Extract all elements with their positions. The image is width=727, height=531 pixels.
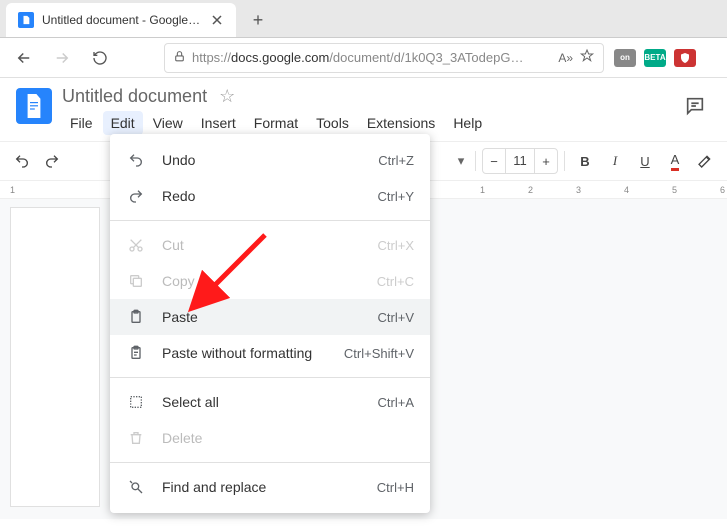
menu-tools[interactable]: Tools <box>308 111 357 135</box>
url-text: https://docs.google.com/document/d/1k0Q3… <box>192 50 552 65</box>
menu-item-delete: Delete <box>110 420 430 456</box>
menu-separator <box>110 377 430 378</box>
redo-button[interactable] <box>38 147 66 175</box>
menu-item-label: Select all <box>162 394 362 410</box>
undo-icon <box>126 152 146 168</box>
undo-button[interactable] <box>8 147 36 175</box>
font-size-increase[interactable]: + <box>535 149 557 173</box>
cut-icon <box>126 237 146 253</box>
menu-item-select-all[interactable]: Select all Ctrl+A <box>110 384 430 420</box>
extension-beta-icon[interactable]: BETA <box>644 49 666 67</box>
copy-icon <box>126 273 146 289</box>
font-size-control: − 11 + <box>482 148 558 174</box>
extension-shield-icon[interactable] <box>674 49 696 67</box>
refresh-button[interactable] <box>86 44 114 72</box>
menu-help[interactable]: Help <box>445 111 490 135</box>
ruler-tick: 4 <box>624 185 629 195</box>
menu-insert[interactable]: Insert <box>193 111 244 135</box>
edit-menu-dropdown: Undo Ctrl+Z Redo Ctrl+Y Cut Ctrl+X Copy Ctrl+C P… <box>110 134 430 513</box>
menu-item-shortcut: Ctrl+X <box>378 238 414 253</box>
browser-tab-strip: Untitled document - Google Doc + <box>0 0 727 38</box>
forward-button <box>48 44 76 72</box>
text-color-button[interactable]: A <box>661 147 689 175</box>
menu-item-paste-without-formatting[interactable]: Paste without formatting Ctrl+Shift+V <box>110 335 430 371</box>
menu-separator <box>110 462 430 463</box>
italic-button[interactable]: I <box>601 147 629 175</box>
docs-favicon <box>18 12 34 28</box>
reader-mode-icon[interactable]: A» <box>558 51 573 65</box>
menu-item-copy: Copy Ctrl+C <box>110 263 430 299</box>
menu-bar: File Edit View Insert Format Tools Exten… <box>62 111 669 135</box>
url-input[interactable]: https://docs.google.com/document/d/1k0Q3… <box>164 43 604 73</box>
ruler-tick: 1 <box>480 185 485 195</box>
address-bar: https://docs.google.com/document/d/1k0Q3… <box>0 38 727 78</box>
menu-view[interactable]: View <box>145 111 191 135</box>
menu-item-shortcut: Ctrl+V <box>378 310 414 325</box>
browser-tab[interactable]: Untitled document - Google Doc <box>6 3 236 37</box>
menu-item-label: Undo <box>162 152 362 168</box>
redo-icon <box>126 188 146 204</box>
menu-item-paste[interactable]: Paste Ctrl+V <box>110 299 430 335</box>
menu-item-shortcut: Ctrl+C <box>377 274 414 289</box>
menu-item-label: Paste <box>162 309 362 325</box>
menu-item-label: Redo <box>162 188 362 204</box>
paste-plain-icon <box>126 345 146 361</box>
menu-item-shortcut: Ctrl+H <box>377 480 414 495</box>
page[interactable] <box>10 207 100 507</box>
menu-item-label: Delete <box>162 430 398 446</box>
new-tab-button[interactable]: + <box>244 6 272 34</box>
delete-icon <box>126 430 146 446</box>
font-size-decrease[interactable]: − <box>483 149 505 173</box>
bold-button[interactable]: B <box>571 147 599 175</box>
comment-history-icon[interactable] <box>679 90 711 122</box>
font-size-value[interactable]: 11 <box>505 149 535 173</box>
menu-item-find-and-replace[interactable]: Find and replace Ctrl+H <box>110 469 430 505</box>
chevron-down-icon[interactable]: ▾ <box>453 153 469 169</box>
menu-item-cut: Cut Ctrl+X <box>110 227 430 263</box>
menu-item-label: Find and replace <box>162 479 361 495</box>
star-icon[interactable]: ☆ <box>219 86 235 107</box>
ruler-tick: 3 <box>576 185 581 195</box>
lock-icon <box>173 50 186 66</box>
back-button[interactable] <box>10 44 38 72</box>
menu-item-shortcut: Ctrl+Shift+V <box>344 346 414 361</box>
menu-file[interactable]: File <box>62 111 101 135</box>
ruler-tick: 6 <box>720 185 725 195</box>
extension-icons: on BETA <box>614 49 696 67</box>
menu-item-label: Paste without formatting <box>162 345 328 361</box>
menu-item-label: Cut <box>162 237 362 253</box>
paste-icon <box>126 309 146 325</box>
select-all-icon <box>126 394 146 410</box>
menu-item-shortcut: Ctrl+Z <box>378 153 414 168</box>
menu-separator <box>110 220 430 221</box>
doc-title[interactable]: Untitled document <box>62 86 207 107</box>
ruler-tick: 1 <box>10 185 15 195</box>
favorite-icon[interactable] <box>579 48 595 67</box>
extension-1-icon[interactable]: on <box>614 49 636 67</box>
ruler-tick: 2 <box>528 185 533 195</box>
menu-item-shortcut: Ctrl+Y <box>378 189 414 204</box>
menu-format[interactable]: Format <box>246 111 306 135</box>
menu-edit[interactable]: Edit <box>103 111 143 135</box>
menu-extensions[interactable]: Extensions <box>359 111 443 135</box>
menu-item-undo[interactable]: Undo Ctrl+Z <box>110 142 430 178</box>
menu-item-redo[interactable]: Redo Ctrl+Y <box>110 178 430 214</box>
docs-logo[interactable] <box>16 88 52 124</box>
tab-title: Untitled document - Google Doc <box>42 13 202 27</box>
menu-item-shortcut: Ctrl+A <box>378 395 414 410</box>
find-replace-icon <box>126 479 146 495</box>
close-icon[interactable] <box>210 13 224 27</box>
docs-header: Untitled document ☆ File Edit View Inser… <box>0 78 727 135</box>
highlight-button[interactable] <box>691 147 719 175</box>
underline-button[interactable]: U <box>631 147 659 175</box>
ruler-tick: 5 <box>672 185 677 195</box>
menu-item-label: Copy <box>162 273 361 289</box>
